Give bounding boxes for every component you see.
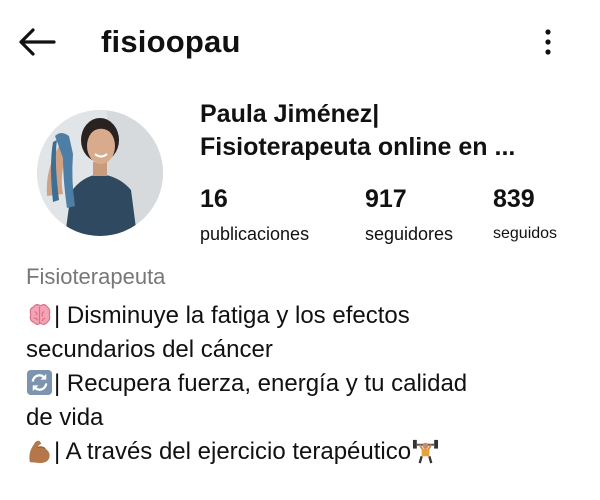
brain-icon	[29, 304, 51, 325]
followers-count: 917	[365, 185, 407, 213]
profile-avatar[interactable]	[37, 110, 163, 236]
posts-count: 16	[200, 185, 228, 213]
profile-bio: | Disminuye la fatiga y los efectos secu…	[26, 299, 596, 469]
top-app-bar: fisioopau	[0, 0, 600, 86]
stat-followers[interactable]: 917 seguidores	[365, 183, 453, 247]
display-name-line-2: Fisioterapeuta online en ...	[200, 133, 516, 161]
profile-category: Fisioterapeuta	[26, 264, 166, 289]
bio-text-2: secundarios del cáncer	[26, 336, 273, 363]
arrow-left-icon	[19, 28, 56, 56]
bio-text-3: | Recupera fuerza, energía y tu calidad	[54, 370, 468, 397]
stat-following[interactable]: 839 seguidos	[493, 183, 557, 247]
bio-line: de vida	[26, 401, 596, 435]
flexed-biceps-icon	[29, 440, 50, 464]
more-vertical-icon	[545, 29, 551, 55]
weightlifter-icon	[413, 439, 439, 464]
bio-line: | Disminuye la fatiga y los efectos	[26, 299, 596, 333]
profile-username: fisioopau	[101, 24, 241, 59]
bio-line: | A través del ejercicio terapéutico	[26, 435, 596, 469]
refresh-icon	[26, 369, 53, 396]
stat-posts[interactable]: 16 publicaciones	[200, 183, 309, 247]
back-button[interactable]	[14, 22, 60, 62]
display-name-line-1: Paula Jiménez|	[200, 100, 380, 128]
followers-label: seguidores	[365, 224, 454, 244]
bio-line: secundarios del cáncer	[26, 333, 596, 367]
bio-text-4: de vida	[26, 404, 104, 431]
profile-display-name: Paula Jiménez| Fisioterapeuta online en …	[200, 98, 590, 164]
avatar-photo	[37, 110, 163, 236]
following-count: 839	[493, 185, 535, 213]
bio-text-1: | Disminuye la fatiga y los efectos	[54, 302, 410, 329]
more-options-button[interactable]	[532, 22, 564, 62]
bio-text-5: | A través del ejercicio terapéutico	[54, 438, 412, 465]
following-label: seguidos	[493, 225, 558, 242]
bio-line: | Recupera fuerza, energía y tu calidad	[26, 367, 596, 401]
posts-label: publicaciones	[200, 224, 310, 244]
